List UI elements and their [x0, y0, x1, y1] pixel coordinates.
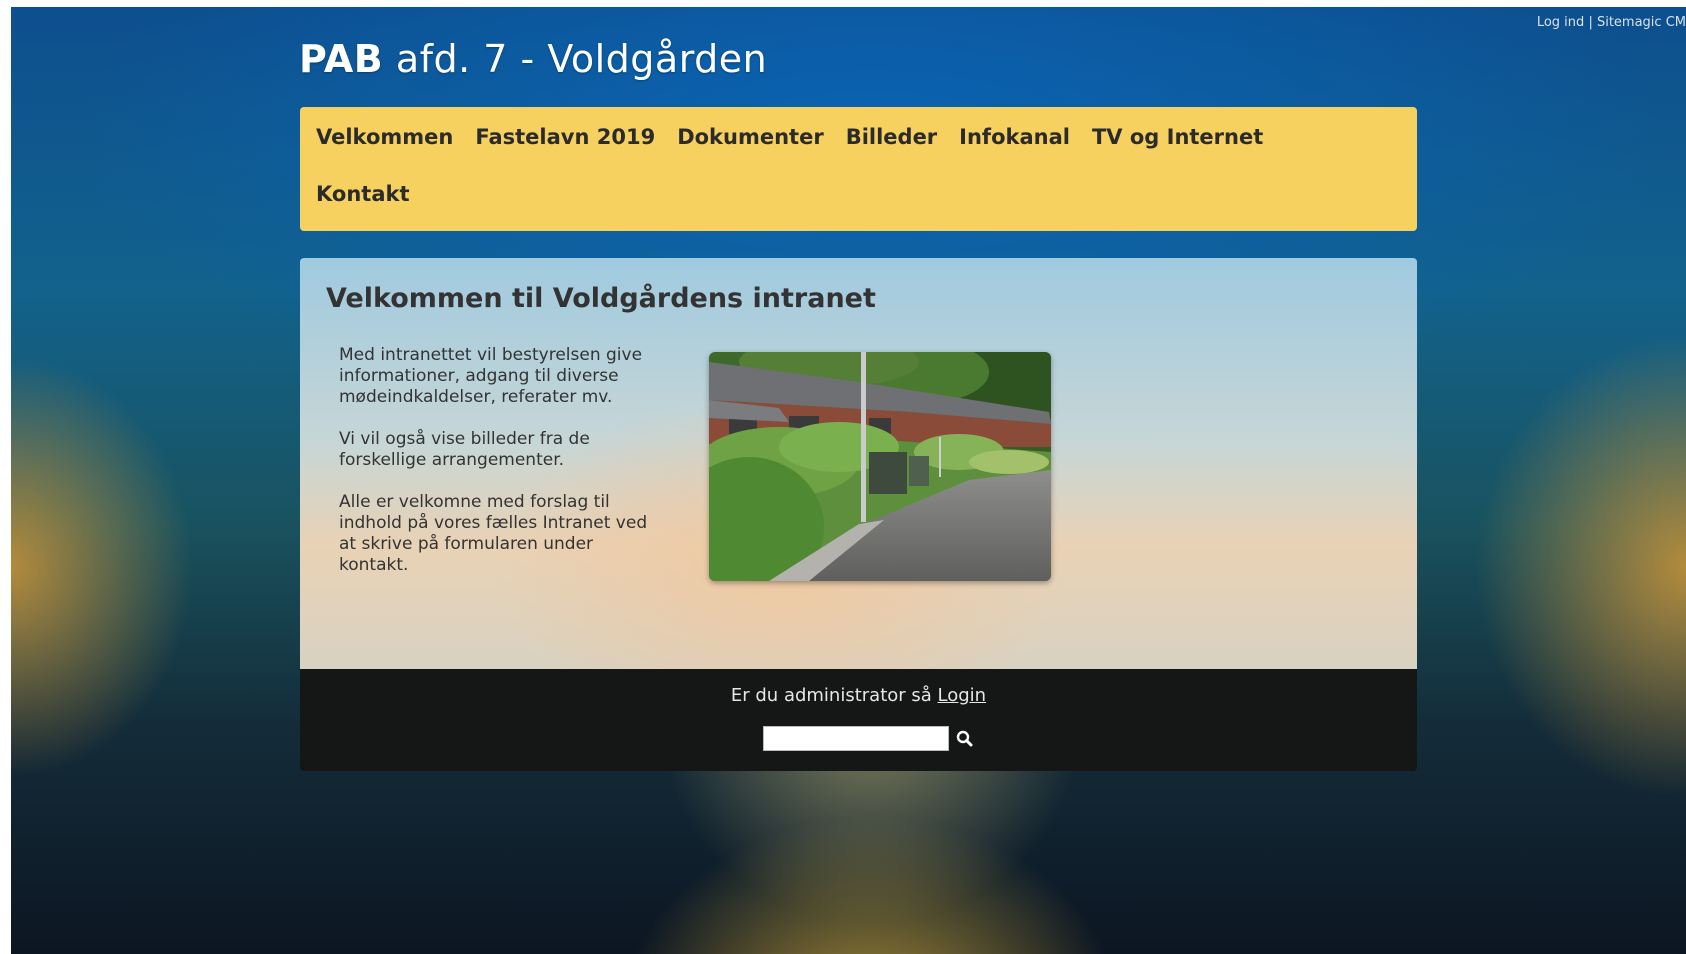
intro-text: Med intranettet vil bestyrelsen give inf… — [339, 345, 659, 597]
intro-paragraph: Vi vil også vise billeder fra de forskel… — [339, 429, 590, 470]
login-link[interactable]: Login — [938, 685, 987, 706]
admin-text: Er du administrator så — [730, 685, 938, 706]
street-photo — [709, 352, 1051, 581]
sitemagic-toplink[interactable]: Sitemagic CM — [1597, 15, 1686, 30]
toplinks-separator: | — [1588, 15, 1593, 30]
top-links: Log ind | Sitemagic CM — [1537, 15, 1686, 30]
footer: Er du administrator så Login — [300, 669, 1417, 771]
search-icon[interactable] — [954, 728, 976, 750]
content-panel: Velkommen til Voldgårdens intranet Med i… — [300, 258, 1417, 669]
intro-paragraph: Med intranettet vil bestyrelsen give inf… — [339, 345, 643, 407]
nav-item-velkommen[interactable]: Velkommen — [305, 121, 464, 153]
main-navigation: Velkommen Fastelavn 2019 Dokumenter Billede… — [300, 107, 1417, 231]
search-input[interactable] — [763, 726, 949, 751]
site-title: PAB afd. 7 - Voldgården — [299, 37, 767, 81]
site-title-bold: PAB — [299, 37, 384, 81]
intro-paragraph: Alle er velkomne med forslag til indhold… — [339, 492, 648, 575]
nav-item-kontakt[interactable]: Kontakt — [305, 178, 421, 210]
admin-line: Er du administrator så Login — [300, 685, 1417, 706]
page-viewport: Log ind | Sitemagic CM PAB afd. 7 - Vold… — [11, 7, 1686, 954]
nav-item-fastelavn-2019[interactable]: Fastelavn 2019 — [464, 121, 666, 153]
login-toplink[interactable]: Log ind — [1537, 15, 1584, 30]
nav-item-tv-og-internet[interactable]: TV og Internet — [1081, 121, 1274, 153]
nav-item-dokumenter[interactable]: Dokumenter — [666, 121, 835, 153]
site-title-rest: afd. 7 - Voldgården — [383, 37, 768, 81]
page-heading: Velkommen til Voldgårdens intranet — [326, 283, 876, 314]
nav-item-infokanal[interactable]: Infokanal — [948, 121, 1081, 153]
nav-item-billeder[interactable]: Billeder — [835, 121, 948, 153]
